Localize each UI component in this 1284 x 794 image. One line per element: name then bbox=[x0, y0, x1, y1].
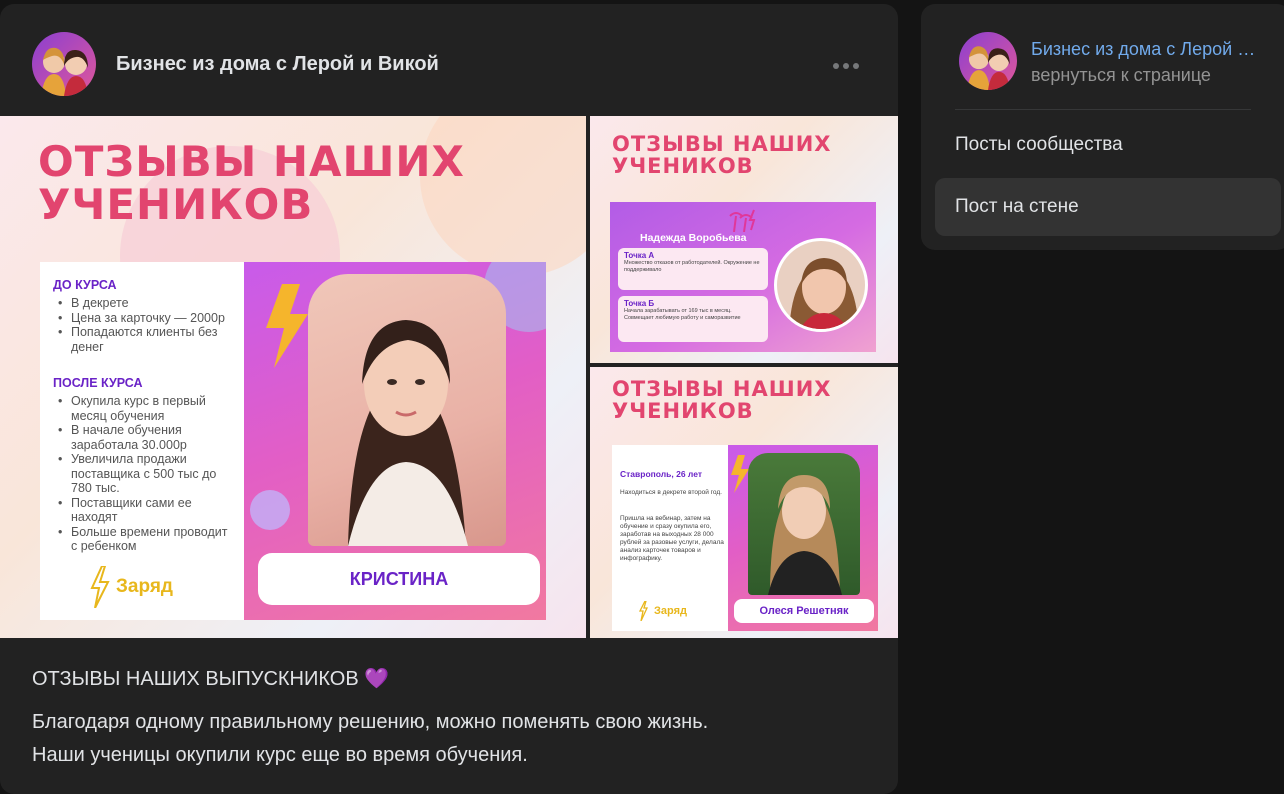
point-b-text: Начала зарабатывать от 169 тыс в месяц. … bbox=[624, 308, 741, 321]
image-headline: ОТЗЫВЫ НАШИХ УЧЕНИКОВ bbox=[38, 137, 465, 230]
post-body-line: Благодаря одному правильному решению, мо… bbox=[32, 711, 709, 733]
student-name-badge: Олеся Решетняк bbox=[734, 599, 874, 623]
review-text-2: Пришла на вебинар, затем на обучение и с… bbox=[620, 515, 724, 562]
point-b-title: Точка Б bbox=[624, 299, 655, 308]
before-course-list: В декрете Цена за карточку — 2000р Попад… bbox=[55, 296, 240, 354]
post-card: Бизнес из дома с Лерой и Викой ОТЗЫВЫ НА… bbox=[0, 4, 898, 794]
list-item: В начале обучения заработала 30.000р bbox=[55, 423, 235, 452]
list-item: В декрете bbox=[55, 296, 240, 311]
menu-item-label: Пост на стене bbox=[955, 196, 1079, 217]
brand-logo: Заряд bbox=[88, 566, 173, 608]
point-a-text: Множество отказов от работодателей. Окру… bbox=[624, 260, 760, 273]
post-text: ОТЗЫВЫ НАШИХ ВЫПУСКНИКОВ 💜 Благодаря одн… bbox=[32, 666, 872, 772]
student-photo bbox=[748, 453, 860, 595]
menu-item-community-posts[interactable]: Посты сообщества bbox=[935, 116, 1281, 174]
brand-name: Заряд bbox=[116, 576, 173, 597]
review-card: Надежда Воробьева Точка А Множество отка… bbox=[610, 202, 876, 352]
list-item: Поставщики сами ее находят bbox=[55, 496, 235, 525]
list-item: Окупила курс в первый месяц обучения bbox=[55, 394, 235, 423]
post-header: Бизнес из дома с Лерой и Викой bbox=[0, 4, 898, 116]
community-name-link[interactable]: Бизнес из дома с Лерой и Викой bbox=[1031, 39, 1261, 60]
post-body: Благодаря одному правильному решению, мо… bbox=[32, 706, 872, 772]
palm-icon bbox=[729, 209, 756, 232]
post-author[interactable]: Бизнес из дома с Лерой и Викой bbox=[116, 53, 439, 76]
image-headline: ОТЗЫВЫ НАШИХ УЧЕНИКОВ bbox=[612, 132, 832, 178]
reviewer-name: Надежда Воробьева bbox=[640, 232, 747, 244]
back-to-page-link[interactable]: вернуться к странице bbox=[1031, 65, 1211, 86]
brand-logo: Заряд bbox=[638, 601, 687, 621]
student-photo bbox=[308, 274, 506, 546]
reviewer-photo bbox=[774, 238, 868, 332]
lightning-icon bbox=[638, 601, 648, 621]
image-headline: ОТЗЫВЫ НАШИХ УЧЕНИКОВ bbox=[612, 377, 832, 423]
post-image-3[interactable]: ОТЗЫВЫ НАШИХ УЧЕНИКОВ Ставрополь, 26 лет… bbox=[590, 367, 898, 638]
after-course-list: Окупила курс в первый месяц обучения В н… bbox=[55, 394, 235, 554]
post-title: ОТЗЫВЫ НАШИХ ВЫПУСКНИКОВ 💜 bbox=[32, 668, 390, 690]
post-image-main[interactable]: ОТЗЫВЫ НАШИХ УЧЕНИКОВ ДО КУРСА В декрете… bbox=[0, 116, 586, 638]
list-item: Больше времени проводит с ребенком bbox=[55, 525, 235, 554]
sidebar: Бизнес из дома с Лерой и Викой вернуться… bbox=[921, 4, 1284, 250]
lightning-icon bbox=[731, 455, 749, 493]
review-city: Ставрополь, 26 лет bbox=[620, 469, 702, 479]
post-image-2[interactable]: ОТЗЫВЫ НАШИХ УЧЕНИКОВ Надежда Воробьева … bbox=[590, 116, 898, 363]
after-course-title: ПОСЛЕ КУРСА bbox=[53, 376, 143, 390]
lightning-icon bbox=[90, 566, 110, 608]
community-avatar[interactable] bbox=[32, 32, 96, 96]
brand-name: Заряд bbox=[654, 605, 687, 617]
lightning-icon bbox=[266, 284, 308, 368]
more-options-icon[interactable] bbox=[826, 54, 866, 78]
post-body-line: Наши ученицы окупили курс еще во время о… bbox=[32, 744, 528, 766]
menu-item-wall-post[interactable]: Пост на стене bbox=[935, 178, 1281, 236]
list-item: Цена за карточку — 2000р bbox=[55, 311, 240, 326]
menu-item-label: Посты сообщества bbox=[955, 134, 1123, 155]
point-a-title: Точка А bbox=[624, 251, 655, 260]
student-name-badge: КРИСТИНА bbox=[258, 553, 540, 605]
review-text-1: Находиться в декрете второй год. bbox=[620, 489, 722, 496]
list-item: Попадаются клиенты без денег bbox=[55, 325, 240, 354]
divider bbox=[955, 109, 1251, 110]
before-course-title: ДО КУРСА bbox=[53, 278, 117, 292]
list-item: Увеличила продажи поставщика с 500 тыс д… bbox=[55, 452, 235, 496]
community-avatar[interactable] bbox=[959, 32, 1017, 90]
